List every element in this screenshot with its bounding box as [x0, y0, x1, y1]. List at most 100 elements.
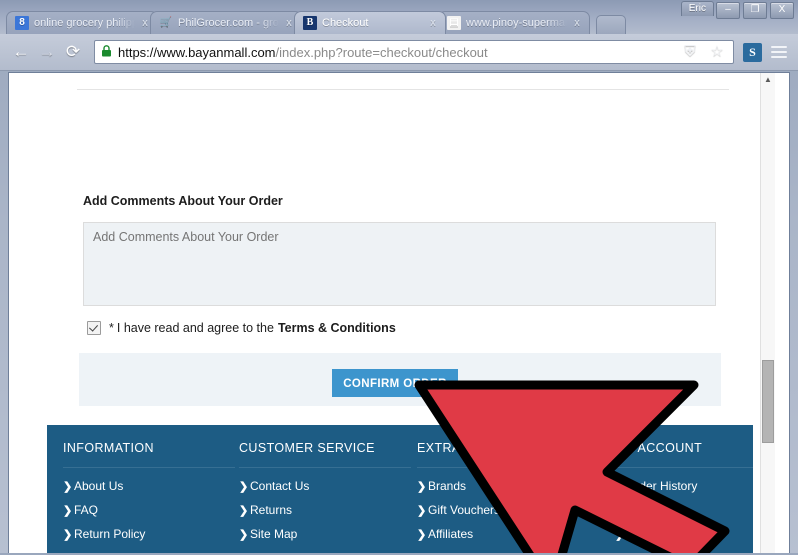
padlock-icon	[101, 45, 113, 59]
footer-column-my-account: MY ACCOUNT ❯ Order History ❯ Wish List ❯ Ne…	[615, 441, 753, 551]
omnibox-icons: ⛨ ☆	[672, 41, 727, 63]
cart-icon: 🛒	[159, 17, 173, 28]
footer-link-label: About Us	[74, 479, 124, 493]
minimize-button[interactable]: –	[716, 2, 740, 19]
footer-link-affiliates[interactable]: ❯ Affiliates	[417, 527, 577, 551]
chevron-right-icon: ❯	[63, 481, 73, 493]
footer-link-label: FAQ	[74, 503, 99, 517]
footer-heading-my-account: MY ACCOUNT	[615, 441, 753, 468]
terms-and-conditions-link[interactable]: Terms & Conditions	[278, 321, 396, 335]
footer-list-information: ❯About Us ❯FAQ ❯Return Policy ❯Privacy P…	[63, 468, 235, 555]
footer-heading-information: INFORMATION	[63, 441, 235, 468]
chevron-right-icon: ❯	[417, 505, 427, 517]
tab-title: www.pinoy-supermarket	[466, 17, 567, 29]
tab-online-grocery[interactable]: 8 online grocery philippines x	[6, 11, 158, 34]
shield-icon[interactable]: ⛨	[680, 41, 700, 63]
tab-philgrocer[interactable]: 🛒 PhilGrocer.com - grocery x	[150, 11, 302, 34]
footer-column-extras: EXTRAS ❯ Brands ❯ Gift Vouchers ❯ Affiliate…	[417, 441, 577, 555]
footer-link-site-map[interactable]: ❯ Site Map	[239, 527, 411, 551]
footer-link-label: Brands	[428, 479, 467, 493]
bayanmall-icon: B	[303, 16, 317, 30]
chevron-right-icon: ❯	[239, 529, 249, 541]
footer-list-customer-service: ❯ Contact Us ❯ Returns ❯ Site Map	[239, 468, 411, 551]
site-footer: INFORMATION ❯ About Us ❯ FAQ ❯ Return Polic…	[47, 425, 753, 555]
browser-toolbar: ← → ⟳ https://www.bayanmall.com/index.ph…	[0, 34, 798, 71]
section-divider	[77, 89, 729, 90]
footer-link-label: Newsletter	[626, 527, 683, 541]
footer-link-label: Return Policy	[74, 527, 146, 541]
footer-list-my-account: ❯ Order History ❯ Wish List ❯ Newsletter	[615, 468, 753, 551]
tab-pinoy-supermarket[interactable]: ▤ www.pinoy-supermarket x	[438, 11, 590, 34]
footer-link-label: Contact Us	[250, 479, 310, 493]
chevron-right-icon: ❯	[239, 505, 249, 517]
footer-column-information: INFORMATION ❯ About Us ❯ FAQ ❯ Return Polic…	[63, 441, 235, 555]
footer-link-returns[interactable]: ❯ Returns	[239, 503, 411, 527]
tab-close-icon[interactable]: x	[427, 17, 439, 29]
footer-link-label: Returns	[250, 503, 293, 517]
footer-link-brands[interactable]: ❯ Brands	[417, 479, 577, 503]
window-controls: – ❐ X	[716, 2, 794, 19]
chevron-right-icon: ❯	[615, 529, 625, 541]
terms-checkbox[interactable]	[87, 321, 101, 335]
checkout-page: Add Comments About Your Order * I have r…	[9, 73, 775, 555]
terms-agreement-row[interactable]: * I have read and agree to the Terms & C…	[87, 321, 396, 335]
reload-button[interactable]: ⟳	[60, 39, 86, 65]
url-text: https://www.bayanmall.com/index.php?rout…	[118, 45, 488, 60]
tab-close-icon[interactable]: x	[571, 17, 583, 29]
page-icon: ▤	[447, 16, 461, 30]
back-button[interactable]: ←	[8, 39, 34, 65]
url-path: /index.php?route=checkout/checkout	[275, 44, 488, 60]
chevron-right-icon: ❯	[417, 481, 427, 493]
tab-title: Checkout	[322, 17, 369, 29]
terms-agreement-label: I have read and agree to the	[116, 321, 274, 335]
url-host: https://www.bayanmall.com	[118, 44, 276, 60]
required-asterisk: *	[109, 321, 114, 335]
confirm-order-button[interactable]: CONFIRM ORDER	[332, 369, 458, 397]
footer-link-label: Affiliates	[428, 527, 474, 541]
tab-title: online grocery philippines	[34, 17, 135, 29]
page-scrollbar[interactable]: ▲	[760, 73, 775, 555]
scrollbar-thumb[interactable]	[762, 360, 774, 443]
footer-column-customer-service: CUSTOMER SERVICE ❯ Contact Us ❯ Returns ❯ S…	[239, 441, 411, 551]
close-button[interactable]: X	[770, 2, 794, 19]
footer-link-wish-list[interactable]: ❯ Wish List	[615, 503, 753, 527]
footer-link-label: Gift Vouchers	[428, 503, 501, 517]
footer-link-about-us[interactable]: ❯ About Us	[63, 479, 235, 503]
maximize-button[interactable]: ❐	[743, 2, 767, 19]
scroll-up-arrow[interactable]: ▲	[761, 73, 775, 87]
footer-heading-extras: EXTRAS	[417, 441, 577, 468]
extension-icon[interactable]: S	[743, 42, 762, 62]
chevron-right-icon: ❯	[63, 505, 73, 517]
google-icon: 8	[15, 16, 29, 30]
footer-link-newsletter[interactable]: ❯ Newsletter	[615, 527, 753, 551]
tab-title: PhilGrocer.com - grocery	[178, 17, 279, 29]
chevron-right-icon: ❯	[63, 529, 73, 541]
bookmark-star-icon[interactable]: ☆	[707, 41, 727, 63]
footer-link-return-policy[interactable]: ❯ Return Policy	[63, 527, 235, 551]
tab-checkout[interactable]: B Checkout x	[294, 11, 446, 34]
footer-link-label: Order History	[626, 479, 698, 493]
browser-window: 8 online grocery philippines x 🛒 PhilGro…	[0, 0, 798, 555]
footer-link-order-history[interactable]: ❯ Order History	[615, 479, 753, 503]
order-comments-textarea[interactable]	[83, 222, 716, 306]
footer-heading-customer-service: CUSTOMER SERVICE	[239, 441, 411, 468]
chevron-right-icon: ❯	[615, 481, 625, 493]
footer-link-gift-vouchers[interactable]: ❯ Gift Vouchers	[417, 503, 577, 527]
tab-strip: 8 online grocery philippines x 🛒 PhilGro…	[6, 10, 626, 34]
footer-list-extras: ❯Brands ❯Gift Vouchers ❯Affiliates ❯Spec…	[417, 468, 577, 555]
user-profile-chip[interactable]: Eric	[680, 1, 714, 16]
footer-link-label: Wish List	[626, 503, 675, 517]
new-tab-button[interactable]	[596, 15, 626, 34]
footer-link-contact-us[interactable]: ❯ Contact Us	[239, 479, 411, 503]
chevron-right-icon: ❯	[417, 529, 427, 541]
chevron-right-icon: ❯	[239, 481, 249, 493]
comments-heading: Add Comments About Your Order	[83, 194, 283, 208]
forward-button[interactable]: →	[34, 39, 60, 65]
footer-link-faq[interactable]: ❯ FAQ	[63, 503, 235, 527]
footer-link-label: Site Map	[250, 527, 298, 541]
hamburger-menu-icon[interactable]	[768, 40, 790, 64]
address-bar[interactable]: https://www.bayanmall.com/index.php?rout…	[94, 40, 734, 64]
browser-titlebar: 8 online grocery philippines x 🛒 PhilGro…	[0, 0, 798, 34]
page-viewport: Add Comments About Your Order * I have r…	[8, 72, 790, 555]
chevron-right-icon: ❯	[615, 505, 625, 517]
